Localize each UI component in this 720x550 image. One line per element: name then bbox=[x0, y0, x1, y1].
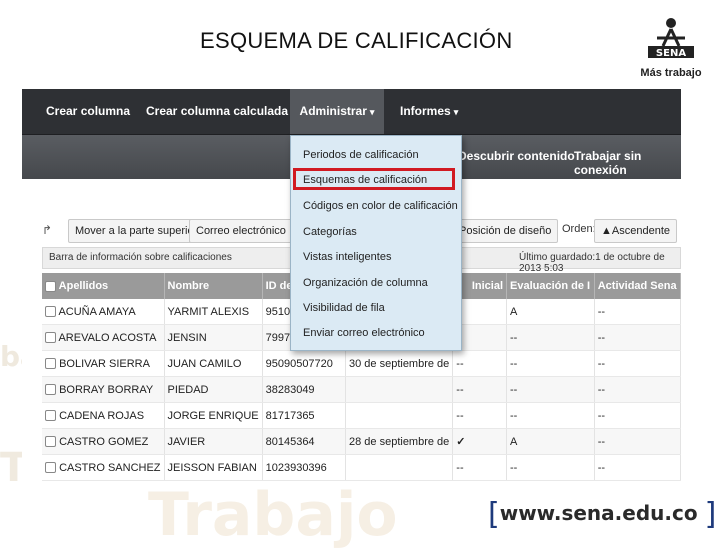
create-calculated-column-button[interactable]: Crear columna calculada▾ bbox=[146, 89, 296, 134]
reports-menu-button[interactable]: Informes ▾ bbox=[400, 89, 458, 134]
app-screenshot: Crear columna Crear columna calculada▾ A… bbox=[22, 89, 681, 489]
column-header[interactable]: Apellidos bbox=[42, 273, 165, 299]
slide-title: ESQUEMA DE CALIFICACIÓN bbox=[200, 28, 513, 53]
table-row[interactable]: BORRAY BORRAY PIEDAD 38283049 -- -- -- bbox=[42, 376, 681, 403]
move-top-button[interactable]: Mover a la parte superior bbox=[68, 219, 205, 243]
chevron-down-icon: ▾ bbox=[369, 107, 375, 117]
menu-item-categories[interactable]: Categorías bbox=[303, 226, 357, 238]
top-toolbar: Crear columna Crear columna calculada▾ A… bbox=[22, 89, 681, 135]
menu-item-grading-periods[interactable]: Periodos de calificación bbox=[303, 149, 419, 161]
menu-item-row-visibility[interactable]: Visibilidad de fila bbox=[303, 302, 385, 314]
checkbox-icon[interactable] bbox=[45, 306, 56, 318]
sena-logo: SENA Más trabajo bbox=[640, 16, 702, 79]
column-header[interactable]: Actividad Sena bbox=[594, 273, 681, 299]
last-saved-text: Último guardado:1 de octubre de 2013 5:0… bbox=[519, 252, 665, 274]
create-column-button[interactable]: Crear columna bbox=[46, 89, 130, 134]
column-header[interactable]: Evaluación de I bbox=[506, 273, 595, 299]
order-label: Orden: bbox=[562, 223, 596, 235]
menu-item-grading-color-codes[interactable]: Códigos en color de calificación bbox=[303, 200, 458, 212]
info-bar-label: Barra de información sobre calificacione… bbox=[49, 252, 232, 263]
email-button[interactable]: Correo electrónico bbox=[189, 219, 293, 243]
menu-item-send-email[interactable]: Enviar correo electrónico bbox=[303, 327, 425, 339]
table-row[interactable]: CASTRO SANCHEZ JEISSON FABIAN 1023930396-… bbox=[42, 454, 681, 481]
checkbox-icon[interactable] bbox=[45, 436, 56, 448]
checkbox-icon[interactable] bbox=[45, 332, 56, 344]
discover-content-button[interactable]: Descubrir contenido bbox=[458, 149, 575, 163]
layout-position-button[interactable]: Posición de diseño bbox=[452, 219, 559, 243]
manage-menu-button[interactable]: Administrar ▾ bbox=[290, 89, 384, 134]
sort-icon: ▲ bbox=[601, 225, 612, 237]
menu-item-grading-schemas[interactable]: Esquemas de calificación bbox=[303, 174, 427, 186]
ascending-select[interactable]: ▲Ascendente bbox=[594, 219, 677, 243]
checkbox-icon[interactable] bbox=[45, 280, 56, 292]
menu-item-column-organization[interactable]: Organización de columna bbox=[303, 277, 428, 289]
work-offline-button[interactable]: Trabajar sin conexión bbox=[574, 149, 681, 177]
chevron-down-icon: ▾ bbox=[453, 107, 459, 117]
table-row[interactable]: CADENA ROJAS JORGE ENRIQUE 81717365 -- -- -… bbox=[42, 402, 681, 429]
footer-url: [www.sena.edu.co ] bbox=[488, 497, 717, 532]
logo-tagline: Más trabajo bbox=[640, 67, 702, 79]
arrow-icon: ↱ bbox=[42, 223, 53, 237]
checkbox-icon[interactable] bbox=[45, 384, 56, 396]
table-row[interactable]: BOLIVAR SIERRA JUAN CAMILO 95090507720 30 … bbox=[42, 350, 681, 377]
column-header[interactable]: Nombre bbox=[164, 273, 263, 299]
checkbox-icon[interactable] bbox=[45, 462, 56, 474]
table-row[interactable]: CASTRO GOMEZ JAVIER 80145364 28 de septiem… bbox=[42, 428, 681, 455]
menu-item-smart-views[interactable]: Vistas inteligentes bbox=[303, 251, 391, 263]
checkmark-icon: ✓ bbox=[452, 428, 508, 455]
logo-name: SENA bbox=[656, 48, 686, 59]
manage-dropdown-menu: Periodos de calificación Esquemas de cal… bbox=[290, 135, 462, 351]
sena-logo-icon: SENA bbox=[648, 18, 694, 59]
checkbox-icon[interactable] bbox=[45, 410, 56, 422]
checkbox-icon[interactable] bbox=[45, 358, 56, 370]
